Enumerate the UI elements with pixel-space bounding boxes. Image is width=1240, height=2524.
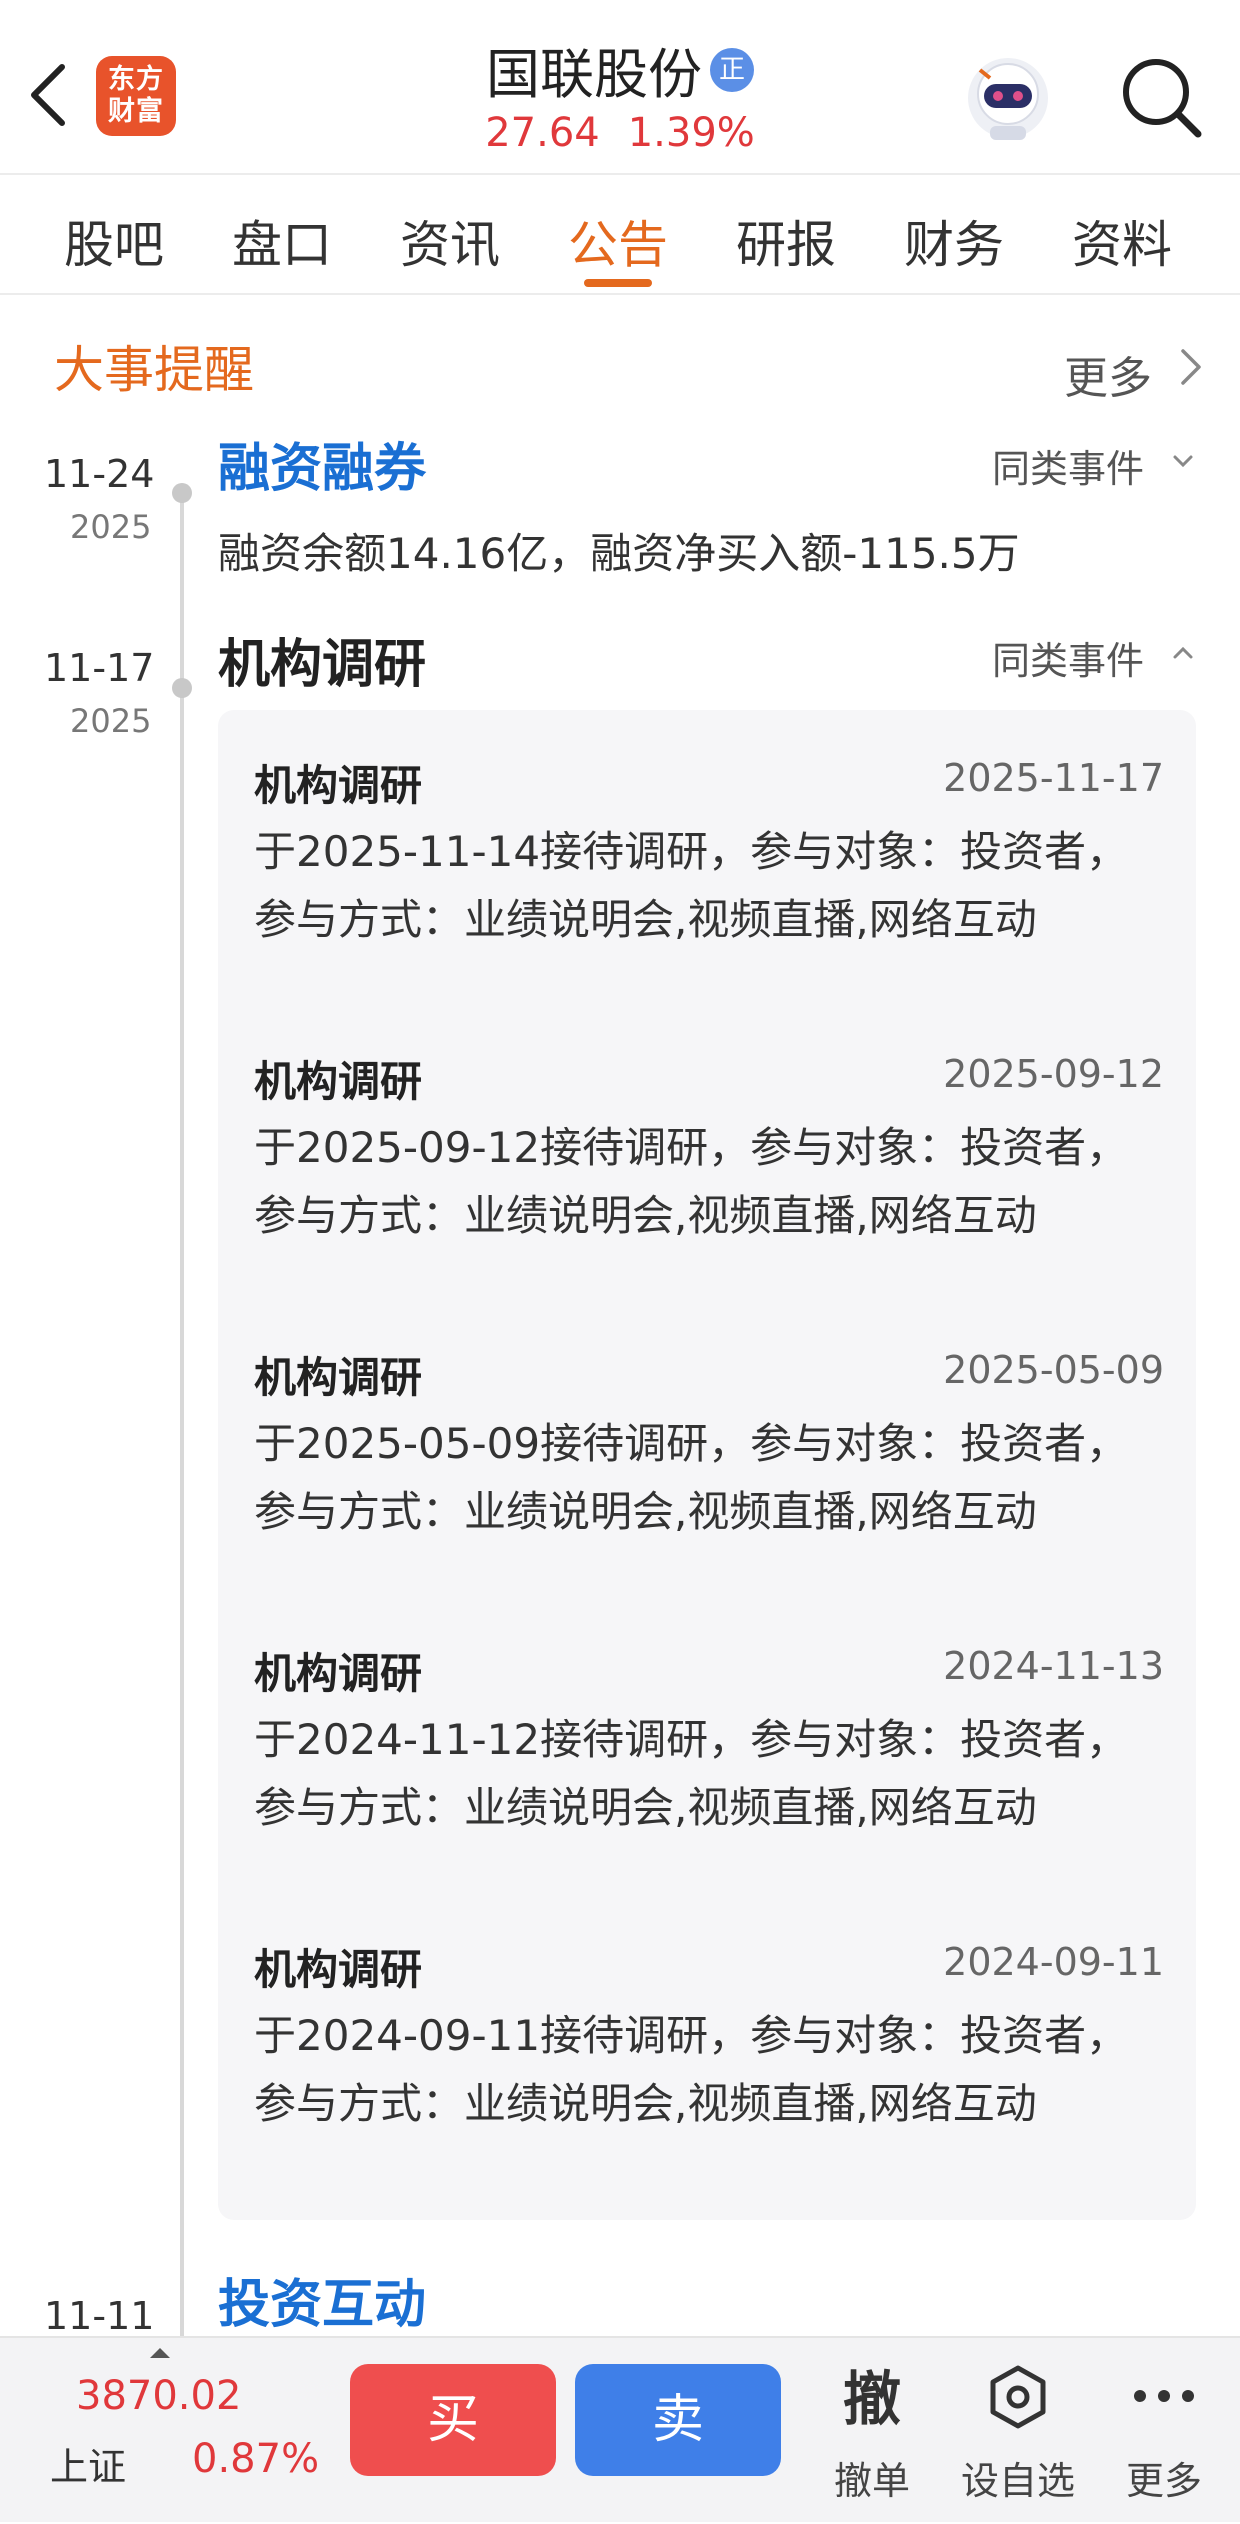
event-title-investor-interaction[interactable]: 投资互动 xyxy=(218,2262,426,2337)
event-year: 2025 xyxy=(70,702,152,740)
research-item-text: 于2025-05-09接待调研，参与对象：投资者，参与方式：业绩说明会,视频直播… xyxy=(254,1419,1129,1536)
event-date: 11-17 xyxy=(44,646,155,690)
research-list-card: 机构调研 2025-11-17 于2025-11-14接待调研，参与对象：投资者… xyxy=(218,710,1196,2220)
chevron-right-icon[interactable] xyxy=(1178,345,1204,389)
timeline-dot xyxy=(172,678,192,698)
event-year: 2025 xyxy=(70,508,152,546)
timeline-dot xyxy=(172,483,192,503)
index-name[interactable]: 上证 xyxy=(50,2436,126,2491)
more-link[interactable]: 更多 xyxy=(1064,342,1152,406)
research-item-title: 机构调研 xyxy=(254,1649,423,1698)
index-value[interactable]: 3870.02 xyxy=(76,2373,241,2419)
more-button[interactable]: 更多 xyxy=(1104,2338,1224,2524)
same-type-events-toggle[interactable]: 同类事件 xyxy=(992,630,1144,685)
research-item-text: 于2024-11-12接待调研，参与对象：投资者，参与方式：业绩说明会,视频直播… xyxy=(254,1715,1129,1832)
verified-badge: 正 xyxy=(710,47,754,92)
event-description: 融资余额14.16亿，融资净买入额-115.5万 xyxy=(218,529,1020,578)
settings-hexagon-icon xyxy=(990,2365,1046,2429)
active-tab-indicator xyxy=(584,279,652,287)
buy-button[interactable]: 买 xyxy=(350,2364,556,2476)
research-item-text: 于2024-09-11接待调研，参与对象：投资者，参与方式：业绩说明会,视频直播… xyxy=(254,2011,1129,2128)
add-watchlist-label: 设自选 xyxy=(960,2459,1075,2503)
cancel-order-button[interactable]: 撤 撤单 xyxy=(812,2338,932,2524)
stock-change-pct: 1.39% xyxy=(627,110,755,156)
tab-pankou[interactable]: 盘口 xyxy=(232,205,332,277)
cancel-order-label: 撤单 xyxy=(833,2459,910,2503)
app-header: 东方 财富 国联股份正 27.64 1.39% xyxy=(0,0,1240,175)
research-item-text: 于2025-09-12接待调研，参与对象：投资者，参与方式：业绩说明会,视频直播… xyxy=(254,1123,1129,1240)
cancel-order-icon: 撤 xyxy=(842,2365,901,2433)
tab-research[interactable]: 研报 xyxy=(736,205,836,277)
research-item-title: 机构调研 xyxy=(254,1945,423,1994)
research-item-date: 2024-11-13 xyxy=(943,1644,1164,1688)
research-item-title: 机构调研 xyxy=(254,761,423,810)
tab-announcements[interactable]: 公告 xyxy=(568,205,668,277)
index-change-pct[interactable]: 0.87% xyxy=(192,2436,319,2482)
more-label: 更多 xyxy=(1125,2459,1202,2503)
research-item-date: 2025-11-17 xyxy=(943,756,1164,800)
bottom-trade-bar: 3870.02 上证 0.87% 买 卖 撤 撤单 设自选 更多 xyxy=(0,2336,1240,2522)
research-item-date: 2025-05-09 xyxy=(943,1348,1164,1392)
stock-name: 国联股份 xyxy=(486,43,702,106)
research-item-date: 2024-09-11 xyxy=(943,1940,1164,1984)
event-date: 11-11 xyxy=(44,2294,155,2338)
tab-guba[interactable]: 股吧 xyxy=(64,205,164,277)
chevron-down-icon[interactable] xyxy=(1172,454,1194,468)
tab-profile[interactable]: 资料 xyxy=(1072,205,1172,277)
index-up-triangle-icon xyxy=(150,2348,170,2358)
section-title: 大事提醒 xyxy=(54,341,254,399)
same-type-events-toggle[interactable]: 同类事件 xyxy=(992,438,1144,493)
chevron-up-icon[interactable] xyxy=(1172,646,1194,660)
event-title-institution-research[interactable]: 机构调研 xyxy=(218,622,426,697)
stock-price: 27.64 xyxy=(485,110,600,156)
tab-finance[interactable]: 财务 xyxy=(904,205,1004,277)
tab-bar: 股吧 盘口 资讯 公告 研报 财务 资料 xyxy=(0,175,1240,295)
event-title-margin-trading[interactable]: 融资融券 xyxy=(218,426,426,501)
robot-assistant-icon[interactable] xyxy=(960,48,1056,144)
research-item-date: 2025-09-12 xyxy=(943,1052,1164,1096)
timeline-line xyxy=(180,495,184,2345)
event-date: 11-24 xyxy=(44,452,155,496)
research-item-title: 机构调研 xyxy=(254,1057,423,1106)
research-item-text: 于2025-11-14接待调研，参与对象：投资者，参与方式：业绩说明会,视频直播… xyxy=(254,827,1129,944)
tab-news[interactable]: 资讯 xyxy=(400,205,500,277)
sell-button[interactable]: 卖 xyxy=(575,2364,781,2476)
add-watchlist-button[interactable]: 设自选 xyxy=(958,2338,1078,2524)
search-icon[interactable] xyxy=(1118,54,1204,140)
more-dots-icon xyxy=(1134,2390,1194,2402)
research-item-title: 机构调研 xyxy=(254,1353,423,1402)
